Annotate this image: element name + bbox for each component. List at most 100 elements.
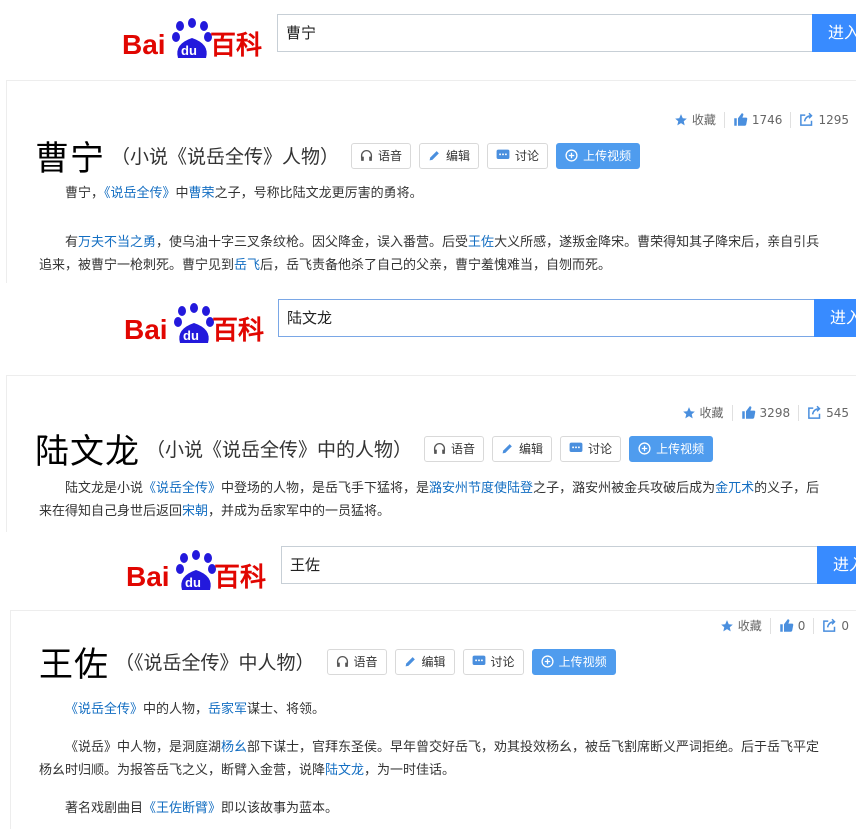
star-icon [720, 619, 733, 631]
search-input[interactable]: 曹宁 [277, 14, 813, 52]
entry-link[interactable]: 《王佐断臂》 [143, 801, 221, 816]
entry-link[interactable]: 杨幺 [221, 740, 247, 755]
collect-button[interactable]: 收藏 [666, 111, 724, 128]
edit-button[interactable]: 编辑 [492, 435, 553, 462]
page-subtitle: （小说《说岳全传》人物） [111, 146, 340, 168]
search-bar: Bai du 百科 王佐 进入 [0, 546, 856, 600]
svg-text:百科: 百科 [212, 316, 264, 346]
page-subtitle: （《说岳全传》中人物） [115, 652, 315, 674]
entry-link[interactable]: 宋朝 [182, 504, 208, 519]
summary-paragraph: 《说岳全传》中的人物，岳家军谋士、将领。 [39, 698, 829, 721]
entry-segment-1: Bai du 百科 曹宁 进入 收藏 1746 1295 曹宁 （小说《说岳全传… [0, 0, 856, 283]
page-title: 曹宁 [35, 139, 105, 179]
entry-link[interactable]: 金兀术 [715, 481, 754, 496]
entry-link[interactable]: 潞安州节度使陆登 [429, 481, 533, 496]
entry-segment-2: Bai du 百科 陆文龙 进入 收藏 3298 545 陆文龙 （小说《说岳全… [0, 283, 856, 532]
paragraph-text: 有 [65, 235, 79, 250]
svg-text:du: du [185, 575, 201, 590]
svg-text:du: du [183, 328, 199, 343]
edit-button[interactable]: 编辑 [419, 142, 480, 169]
paragraph-text: 曹宁， [65, 186, 105, 201]
svg-text:百科: 百科 [214, 563, 266, 593]
entry-stats: 收藏 1746 1295 [666, 111, 856, 128]
share-icon [823, 618, 836, 632]
paragraph-text: ，为一时佳话。 [364, 763, 456, 778]
title-row: 陆文龙 （小说《说岳全传》中的人物） 语音 编辑 讨论 上传视频 [35, 424, 721, 473]
enter-button[interactable]: 进入 [814, 299, 856, 337]
paragraph-text: 谋士、将领。 [247, 702, 326, 717]
discuss-button[interactable]: 讨论 [487, 142, 549, 169]
edit-button[interactable]: 编辑 [394, 648, 455, 675]
collect-button[interactable]: 收藏 [674, 404, 732, 421]
search-bar: Bai du 百科 曹宁 进入 [0, 14, 856, 68]
like-button[interactable]: 3298 [733, 405, 799, 420]
search-bar: Bai du 百科 陆文龙 进入 [0, 299, 856, 353]
summary-paragraph: 曹宁，《说岳全传》中曹荣之子，号称比陆文龙更厉害的勇将。 [39, 182, 829, 205]
entry-link[interactable]: 《说岳全传》 [65, 702, 143, 717]
search-input[interactable]: 王佐 [281, 546, 818, 584]
chat-icon [496, 149, 510, 159]
paragraph-text: 陆文龙是小说 [65, 481, 144, 496]
body-paragraph: 《说岳》中人物，是洞庭湖杨幺部下谋士，官拜东圣侯。早年曾交好岳飞，劝其投效杨幺，… [39, 736, 829, 782]
baidu-baike-logo[interactable]: Bai du 百科 [122, 18, 272, 64]
star-icon [675, 113, 687, 125]
plus-circle-icon [540, 655, 554, 668]
plus-circle-icon [565, 149, 578, 162]
headphones-icon [336, 656, 348, 667]
share-icon [808, 405, 821, 419]
star-icon [682, 406, 695, 418]
thumbs-up-icon [734, 113, 748, 126]
enter-button[interactable]: 进入 [812, 14, 856, 52]
paragraph-text: ，使乌油十字三叉条纹枪。因父降金，误入番营。后受 [156, 235, 469, 250]
entry-link[interactable]: 岳家军 [208, 702, 247, 717]
title-row: 王佐 （《说岳全传》中人物） 语音 编辑 讨论 上传视频 [39, 637, 624, 686]
entry-link[interactable]: 《说岳全传》 [143, 481, 221, 496]
baidu-baike-logo[interactable]: Bai du 百科 [124, 303, 274, 349]
headphones-icon [360, 150, 373, 161]
paragraph-text: 后，岳飞责备他杀了自己的父亲，曹宁羞愧难当，自刎而死。 [260, 258, 612, 273]
page-title: 陆文龙 [35, 432, 140, 472]
upload-video-button[interactable]: 上传视频 [531, 648, 616, 675]
plus-circle-icon [638, 442, 651, 455]
paragraph-text: 中的人物， [143, 702, 209, 717]
entry-link[interactable]: 《说岳全传》 [104, 186, 176, 201]
share-button[interactable]: 0 [814, 618, 856, 633]
discuss-button[interactable]: 讨论 [560, 435, 622, 462]
share-button[interactable]: 1295 [791, 112, 856, 127]
collect-button[interactable]: 收藏 [712, 617, 770, 634]
enter-button[interactable]: 进入 [817, 546, 856, 584]
pencil-icon [502, 444, 512, 454]
entry-link[interactable]: 岳飞 [234, 258, 260, 273]
voice-button[interactable]: 语音 [351, 142, 412, 169]
like-button[interactable]: 1746 [725, 112, 791, 127]
svg-text:百科: 百科 [210, 31, 262, 61]
paragraph-text: 《说岳》中人物，是洞庭湖 [65, 740, 222, 755]
entry-link[interactable]: 万夫不当之勇 [78, 235, 156, 250]
body-paragraph: 著名戏剧曲目《王佐断臂》即以该故事为蓝本。 [39, 797, 829, 820]
pencil-icon [405, 657, 415, 667]
entry-stats: 收藏 3298 545 [674, 404, 856, 421]
discuss-button[interactable]: 讨论 [462, 648, 524, 675]
entry-link[interactable]: 曹荣 [189, 186, 215, 201]
paragraph-text: 中登场的人物，是岳飞手下猛将，是 [221, 481, 430, 496]
pencil-icon [429, 151, 439, 161]
entry-link[interactable]: 王佐 [468, 235, 494, 250]
search-input[interactable]: 陆文龙 [278, 299, 815, 337]
body-paragraph: 有万夫不当之勇，使乌油十字三叉条纹枪。因父降金，误入番营。后受王佐大义所感，遂叛… [39, 231, 829, 277]
voice-button[interactable]: 语音 [326, 648, 387, 675]
upload-video-button[interactable]: 上传视频 [629, 435, 714, 462]
share-button[interactable]: 545 [799, 405, 856, 420]
paragraph-text: 之子，潞安州被金兵攻破后成为 [533, 481, 716, 496]
baidu-baike-logo[interactable]: Bai du 百科 [126, 550, 276, 596]
entry-link[interactable]: 陆文龙 [325, 763, 364, 778]
entry-segment-3: Bai du 百科 王佐 进入 收藏 0 [0, 532, 856, 829]
paragraph-text: ，并成为岳家军中的一员猛将。 [208, 504, 391, 519]
headphones-icon [433, 443, 446, 454]
upload-video-button[interactable]: 上传视频 [556, 142, 641, 169]
like-button[interactable]: 0 [771, 618, 814, 633]
voice-button[interactable]: 语音 [424, 435, 485, 462]
svg-text:Bai: Bai [122, 29, 166, 60]
thumbs-up-icon [779, 619, 793, 632]
share-icon [800, 112, 814, 126]
entry-panel: 收藏 1746 1295 曹宁 （小说《说岳全传》人物） 语音 编辑 讨论 上传… [6, 80, 856, 283]
